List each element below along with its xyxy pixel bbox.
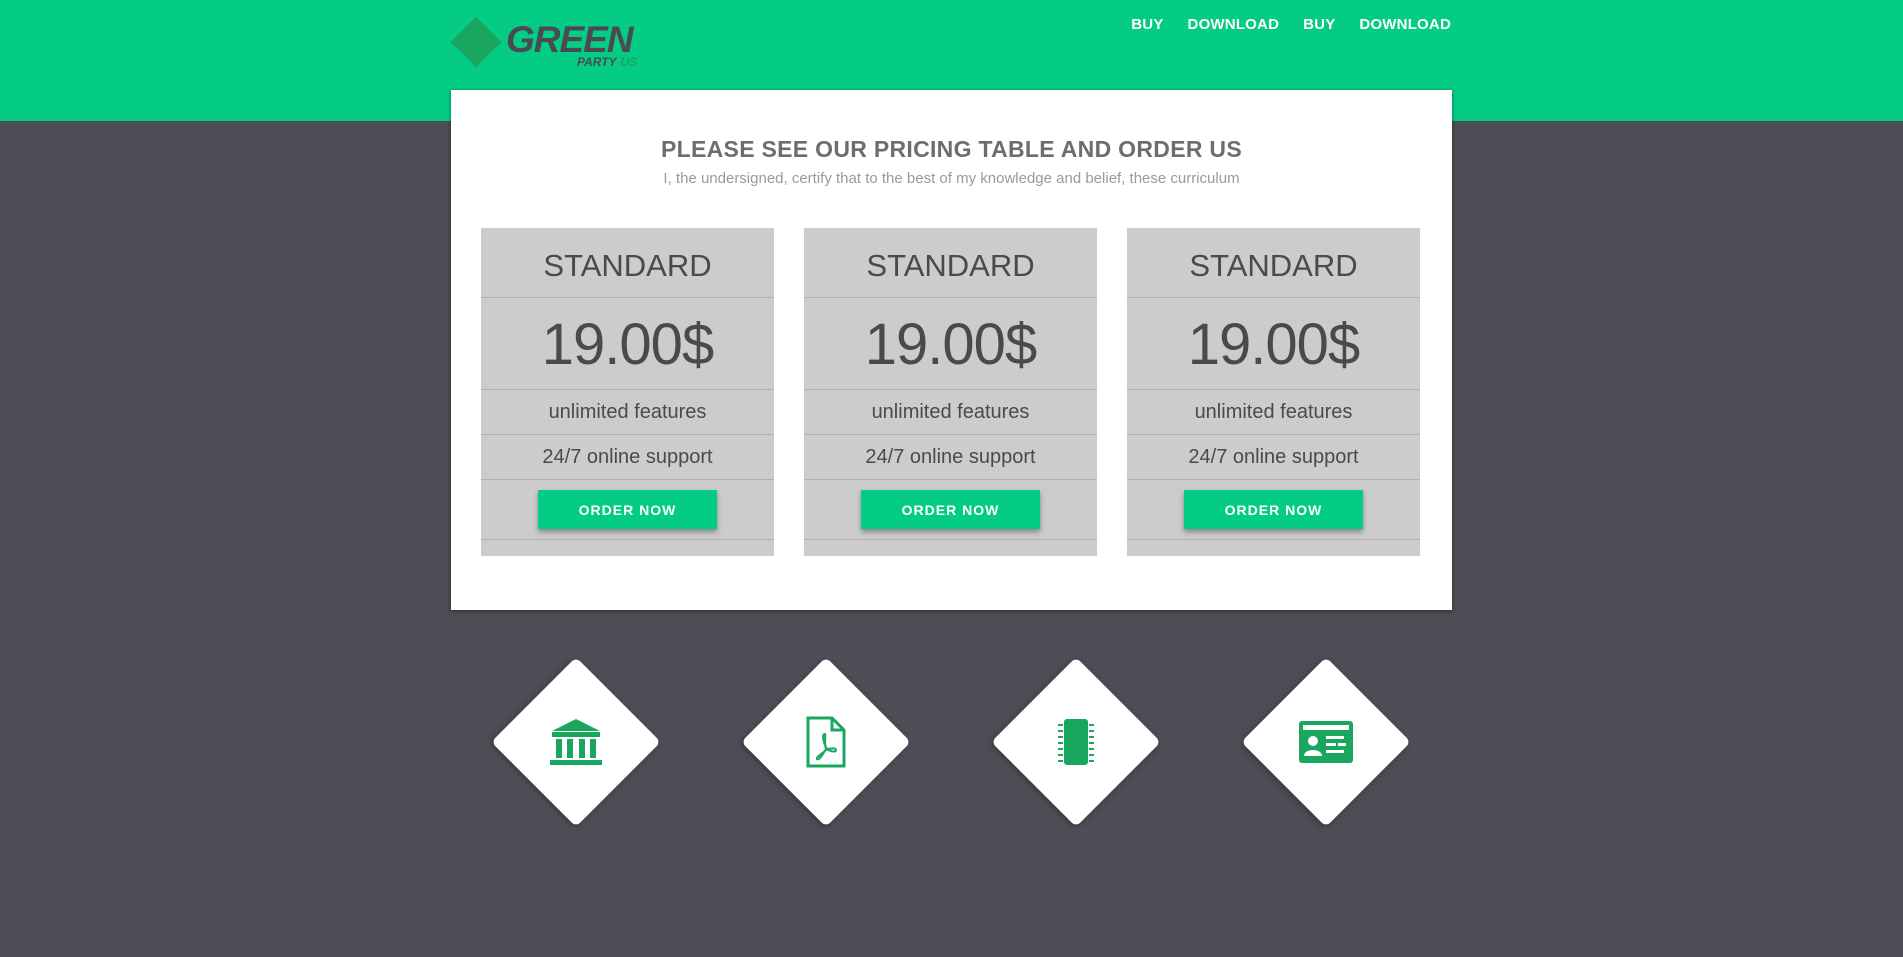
plan-action-row: ORDER NOW	[481, 480, 774, 540]
brand-sub-accent: US	[620, 55, 638, 69]
plan-name: STANDARD	[804, 228, 1097, 298]
pricing-card: STANDARD 19.00$ unlimited features 24/7 …	[1127, 228, 1420, 556]
plan-feature: unlimited features	[804, 390, 1097, 435]
pricing-subtitle: I, the undersigned, certify that to the …	[663, 170, 1240, 187]
plan-feature: 24/7 online support	[481, 435, 774, 480]
plan-feature: unlimited features	[1127, 390, 1420, 435]
plan-feature: 24/7 online support	[804, 435, 1097, 480]
pricing-card: STANDARD 19.00$ unlimited features 24/7 …	[481, 228, 774, 556]
brand-name: GREEN	[506, 19, 634, 60]
diamond-logo-icon	[450, 16, 502, 68]
chip-icon	[1058, 719, 1094, 765]
feature-tile-pdf[interactable]	[741, 657, 911, 827]
plan-price: 19.00$	[1127, 298, 1420, 390]
plan-feature: unlimited features	[481, 390, 774, 435]
pricing-panel: PLEASE SEE OUR PRICING TABLE AND ORDER U…	[451, 90, 1452, 610]
plan-name: STANDARD	[1127, 228, 1420, 298]
brand-logo[interactable]: GREEN PARTY US	[449, 15, 659, 75]
plan-action-row: ORDER NOW	[1127, 480, 1420, 540]
nav-item-buy[interactable]: BUY	[1131, 16, 1163, 33]
brand-subtitle: PARTY US	[577, 55, 637, 69]
nav-item-buy-2[interactable]: BUY	[1303, 16, 1335, 33]
plan-price: 19.00$	[804, 298, 1097, 390]
plan-price: 19.00$	[481, 298, 774, 390]
pricing-title: PLEASE SEE OUR PRICING TABLE AND ORDER U…	[661, 136, 1242, 162]
nav-item-download[interactable]: DOWNLOAD	[1188, 16, 1280, 33]
plan-feature: 24/7 online support	[1127, 435, 1420, 480]
plan-action-row: ORDER NOW	[804, 480, 1097, 540]
feature-tile-bank[interactable]	[491, 657, 661, 827]
feature-tile-chip[interactable]	[991, 657, 1161, 827]
order-now-button[interactable]: ORDER NOW	[861, 490, 1040, 529]
brand-sub: PARTY	[577, 55, 617, 69]
id-card-icon	[1299, 721, 1353, 763]
order-now-button[interactable]: ORDER NOW	[1184, 490, 1363, 529]
nav-item-download-2[interactable]: DOWNLOAD	[1359, 16, 1451, 33]
bank-icon	[550, 719, 602, 765]
plan-name: STANDARD	[481, 228, 774, 298]
pricing-plans: STANDARD 19.00$ unlimited features 24/7 …	[481, 228, 1421, 556]
order-now-button[interactable]: ORDER NOW	[538, 490, 717, 529]
pricing-card: STANDARD 19.00$ unlimited features 24/7 …	[804, 228, 1097, 556]
top-nav: BUY DOWNLOAD BUY DOWNLOAD	[1131, 16, 1451, 33]
feature-tile-id-card[interactable]	[1241, 657, 1411, 827]
pdf-file-icon	[806, 716, 846, 768]
